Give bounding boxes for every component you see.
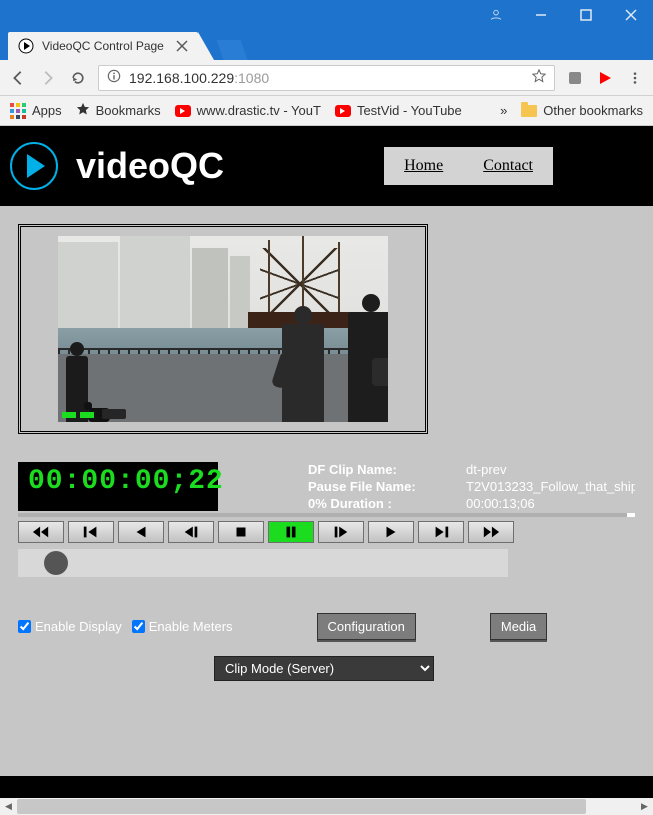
bookmark-star-icon[interactable] bbox=[532, 69, 546, 86]
watermark-icon bbox=[102, 409, 126, 419]
url-text: 192.168.100.229:1080 bbox=[129, 70, 524, 86]
star-icon bbox=[76, 102, 90, 119]
tab-strip: VideoQC Control Page bbox=[0, 30, 653, 60]
enable-display-label: Enable Display bbox=[35, 619, 122, 634]
other-bookmarks-label: Other bookmarks bbox=[543, 103, 643, 118]
url-host: 192.168.100.229 bbox=[129, 70, 234, 86]
load-progress-bar[interactable] bbox=[18, 513, 635, 517]
label-file-name: Pause File Name: bbox=[308, 479, 458, 494]
bookmark-label: Bookmarks bbox=[96, 103, 161, 118]
options-row: Enable Display Enable Meters Configurati… bbox=[18, 613, 635, 640]
apps-label: Apps bbox=[32, 103, 62, 118]
other-bookmarks[interactable]: Other bookmarks bbox=[521, 103, 643, 118]
play-reverse-button[interactable] bbox=[118, 521, 164, 543]
menu-button[interactable] bbox=[625, 68, 645, 88]
address-bar: 192.168.100.229:1080 bbox=[0, 60, 653, 96]
mode-row: Clip Mode (Server) bbox=[18, 656, 635, 681]
reload-button[interactable] bbox=[68, 68, 88, 88]
youtube-icon bbox=[175, 105, 191, 117]
header-nav: Home Contact bbox=[384, 147, 553, 185]
clip-info: DF Clip Name: dt-prev Pause File Name: T… bbox=[218, 462, 635, 511]
enable-meters-input[interactable] bbox=[132, 620, 145, 633]
scroll-track[interactable] bbox=[17, 798, 636, 815]
tab-close-icon[interactable] bbox=[176, 40, 188, 52]
apps-button[interactable]: Apps bbox=[10, 103, 62, 119]
playback-panel: 00:00:00;22 DF Clip Name: dt-prev Pause … bbox=[18, 462, 635, 681]
account-icon[interactable] bbox=[473, 0, 518, 30]
label-duration: 0% Duration : bbox=[308, 496, 458, 511]
youtube-icon bbox=[335, 105, 351, 117]
browser-tab[interactable]: VideoQC Control Page bbox=[8, 32, 198, 60]
scroll-right-button[interactable]: ▶ bbox=[636, 798, 653, 815]
step-back-button[interactable] bbox=[168, 521, 214, 543]
bookmark-overflow[interactable]: » bbox=[500, 103, 507, 118]
tab-title: VideoQC Control Page bbox=[42, 39, 168, 53]
goto-start-button[interactable] bbox=[68, 521, 114, 543]
stop-button[interactable] bbox=[218, 521, 264, 543]
fast-rewind-button[interactable] bbox=[18, 521, 64, 543]
brand-title: videoQC bbox=[76, 145, 224, 187]
bookmark-drastic[interactable]: www.drastic.tv - YouT bbox=[175, 103, 321, 118]
goto-end-button[interactable] bbox=[418, 521, 464, 543]
jog-knob[interactable] bbox=[44, 551, 68, 575]
configuration-button[interactable]: Configuration bbox=[317, 613, 416, 640]
pause-button[interactable] bbox=[268, 521, 314, 543]
enable-meters-checkbox[interactable]: Enable Meters bbox=[132, 619, 233, 634]
url-port: :1080 bbox=[234, 70, 269, 86]
bookmark-label: TestVid - YouTube bbox=[357, 103, 462, 118]
bookmark-bookmarks[interactable]: Bookmarks bbox=[76, 102, 161, 119]
main-content: 00:00:00;22 DF Clip Name: dt-prev Pause … bbox=[0, 206, 653, 776]
horizontal-scrollbar[interactable]: ◀ ▶ bbox=[0, 798, 653, 815]
forward-button[interactable] bbox=[38, 68, 58, 88]
audio-meter-icon bbox=[62, 412, 94, 418]
clip-mode-select[interactable]: Clip Mode (Server) bbox=[214, 656, 434, 681]
timecode-display: 00:00:00;22 bbox=[18, 462, 218, 511]
logo-icon bbox=[10, 142, 58, 190]
enable-meters-label: Enable Meters bbox=[149, 619, 233, 634]
maximize-button[interactable] bbox=[563, 0, 608, 30]
scroll-thumb[interactable] bbox=[17, 799, 586, 814]
video-preview-frame bbox=[18, 224, 428, 434]
jog-shuttle-bar[interactable] bbox=[18, 549, 508, 577]
site-header: videoQC Home Contact bbox=[0, 126, 653, 206]
scroll-left-button[interactable]: ◀ bbox=[0, 798, 17, 815]
transport-controls bbox=[18, 521, 635, 543]
bookmarks-bar: Apps Bookmarks www.drastic.tv - YouT Tes… bbox=[0, 96, 653, 126]
label-clip-name: DF Clip Name: bbox=[308, 462, 458, 477]
value-file-name: T2V013233_Follow_that_ship_1920x10 bbox=[466, 479, 635, 494]
fast-forward-button[interactable] bbox=[468, 521, 514, 543]
nav-contact-link[interactable]: Contact bbox=[463, 147, 553, 185]
omnibox[interactable]: 192.168.100.229:1080 bbox=[98, 65, 555, 91]
folder-icon bbox=[521, 105, 537, 117]
play-button[interactable] bbox=[368, 521, 414, 543]
overflow-label: » bbox=[500, 103, 507, 118]
enable-display-input[interactable] bbox=[18, 620, 31, 633]
minimize-button[interactable] bbox=[518, 0, 563, 30]
site-info-icon[interactable] bbox=[107, 69, 121, 86]
value-clip-name: dt-prev bbox=[466, 462, 635, 477]
value-duration: 00:00:13;06 bbox=[466, 496, 635, 511]
nav-home-link[interactable]: Home bbox=[384, 147, 463, 185]
new-tab-button[interactable] bbox=[216, 40, 247, 60]
bookmark-testvid[interactable]: TestVid - YouTube bbox=[335, 103, 462, 118]
step-forward-button[interactable] bbox=[318, 521, 364, 543]
close-button[interactable] bbox=[608, 0, 653, 30]
tab-favicon-play-icon bbox=[18, 38, 34, 54]
bookmark-label: www.drastic.tv - YouT bbox=[197, 103, 321, 118]
window-titlebar bbox=[0, 0, 653, 30]
page-content: videoQC Home Contact bbox=[0, 126, 653, 798]
extension-shield-icon[interactable] bbox=[565, 68, 585, 88]
back-button[interactable] bbox=[8, 68, 28, 88]
enable-display-checkbox[interactable]: Enable Display bbox=[18, 619, 122, 634]
apps-grid-icon bbox=[10, 103, 26, 119]
video-preview[interactable] bbox=[58, 236, 388, 422]
media-button[interactable]: Media bbox=[490, 613, 547, 640]
page-footer bbox=[0, 776, 653, 798]
extension-video-icon[interactable] bbox=[595, 68, 615, 88]
